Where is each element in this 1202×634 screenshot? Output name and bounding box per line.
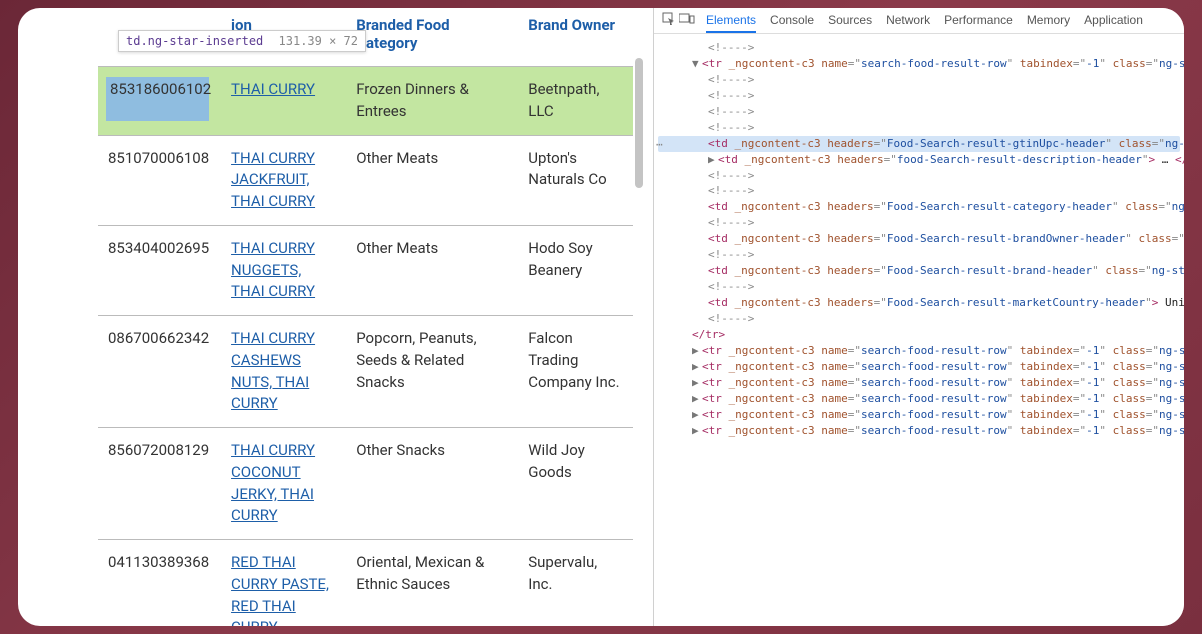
cell-upc: 086700662342 bbox=[98, 316, 221, 428]
cell-description: THAI CURRY NUGGETS, THAI CURRY bbox=[221, 225, 346, 315]
description-link[interactable]: RED THAI CURRY PASTE, RED THAI CURRY bbox=[231, 553, 329, 626]
cell-category: Other Snacks bbox=[346, 428, 518, 540]
cell-owner: Supervalu, Inc. bbox=[518, 540, 633, 627]
cell-description: THAI CURRY bbox=[221, 67, 346, 136]
header-brand-owner[interactable]: Brand Owner bbox=[518, 8, 633, 67]
device-toolbar-icon[interactable] bbox=[678, 13, 696, 28]
scrollbar[interactable] bbox=[633, 18, 643, 616]
cell-owner: Upton's Naturals Co bbox=[518, 135, 633, 225]
cell-owner: Falcon Trading Company Inc. bbox=[518, 316, 633, 428]
tooltip-selector: td.ng-star-inserted bbox=[126, 34, 263, 48]
devtools-tab-network[interactable]: Network bbox=[886, 9, 930, 33]
description-link[interactable]: THAI CURRY NUGGETS, THAI CURRY bbox=[231, 239, 315, 301]
element-inspector-tooltip: td.ng-star-inserted 131.39 × 72 bbox=[118, 30, 366, 52]
tooltip-dimensions: 131.39 × 72 bbox=[279, 34, 358, 48]
description-link[interactable]: THAI CURRY COCONUT JERKY, THAI CURRY bbox=[231, 441, 315, 524]
cell-upc: 853404002695 bbox=[98, 225, 221, 315]
devtools-toolbar: Elements Console Sources Network Performance… bbox=[654, 8, 1184, 34]
devtools-tab-sources[interactable]: Sources bbox=[828, 9, 872, 33]
description-link[interactable]: THAI CURRY JACKFRUIT, THAI CURRY bbox=[231, 149, 315, 211]
cell-owner: Beetnpath, LLC bbox=[518, 67, 633, 136]
cell-category: Other Meats bbox=[346, 135, 518, 225]
scrollbar-thumb[interactable] bbox=[635, 58, 643, 188]
header-category[interactable]: Branded Food Category bbox=[346, 8, 518, 67]
cell-category: Oriental, Mexican & Ethnic Sauces bbox=[346, 540, 518, 627]
food-search-results: td.ng-star-inserted 131.39 × 72 ion Bran… bbox=[18, 8, 653, 626]
devtools-tab-application[interactable]: Application bbox=[1084, 9, 1143, 33]
cell-upc: 856072008129 bbox=[98, 428, 221, 540]
cell-description: THAI CURRY CASHEWS NUTS, THAI CURRY bbox=[221, 316, 346, 428]
cell-upc: 851070006108 bbox=[98, 135, 221, 225]
table-row[interactable]: 851070006108THAI CURRY JACKFRUIT, THAI C… bbox=[98, 135, 633, 225]
table-row[interactable]: 853186006102 THAI CURRY Frozen Dinners & E… bbox=[98, 67, 633, 136]
table-row[interactable]: 853404002695THAI CURRY NUGGETS, THAI CUR… bbox=[98, 225, 633, 315]
cell-category: Frozen Dinners & Entrees bbox=[346, 67, 518, 136]
devtools-panel: Elements Console Sources Network Performance… bbox=[653, 8, 1184, 626]
devtools-tab-memory[interactable]: Memory bbox=[1027, 9, 1070, 33]
cell-category: Other Meats bbox=[346, 225, 518, 315]
table-row[interactable]: 086700662342THAI CURRY CASHEWS NUTS, THA… bbox=[98, 316, 633, 428]
description-link[interactable]: THAI CURRY CASHEWS NUTS, THAI CURRY bbox=[231, 329, 315, 412]
cell-description: THAI CURRY JACKFRUIT, THAI CURRY bbox=[221, 135, 346, 225]
cell-description: THAI CURRY COCONUT JERKY, THAI CURRY bbox=[221, 428, 346, 540]
inspect-icon[interactable] bbox=[660, 12, 678, 29]
devtools-dom-tree[interactable]: <!---->▼<tr _ngcontent-c3 name="search-f… bbox=[654, 34, 1184, 626]
cell-owner: Hodo Soy Beanery bbox=[518, 225, 633, 315]
cell-upc: 041130389368 bbox=[98, 540, 221, 627]
cell-upc: 853186006102 bbox=[98, 67, 221, 136]
cell-owner: Wild Joy Goods bbox=[518, 428, 633, 540]
description-link[interactable]: THAI CURRY bbox=[231, 80, 315, 98]
devtools-tab-console[interactable]: Console bbox=[770, 9, 814, 33]
results-table: ion Branded Food Category Brand Owner 85… bbox=[98, 8, 633, 626]
cell-category: Popcorn, Peanuts, Seeds & Related Snacks bbox=[346, 316, 518, 428]
cell-description: RED THAI CURRY PASTE, RED THAI CURRY bbox=[221, 540, 346, 627]
table-row[interactable]: 856072008129THAI CURRY COCONUT JERKY, TH… bbox=[98, 428, 633, 540]
devtools-tab-performance[interactable]: Performance bbox=[944, 9, 1013, 33]
table-row[interactable]: 041130389368RED THAI CURRY PASTE, RED TH… bbox=[98, 540, 633, 627]
devtools-tab-elements[interactable]: Elements bbox=[706, 9, 756, 33]
